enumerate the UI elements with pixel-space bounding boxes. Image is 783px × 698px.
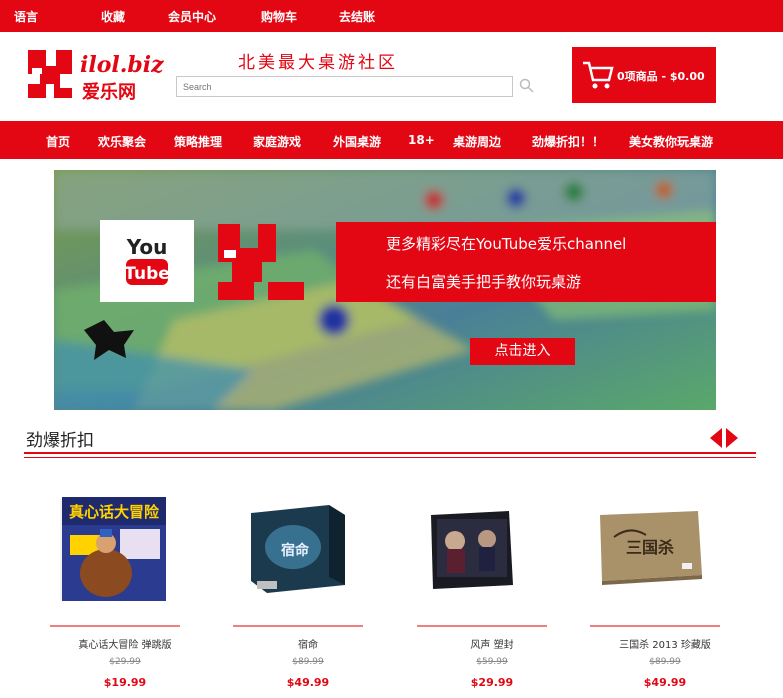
product-old-price: $59.99 (476, 657, 508, 667)
product-card[interactable]: 三国杀 三国杀 2013 珍藏版 $89.99 $49.99 (590, 485, 740, 695)
logo-text-bottom: 爱乐网 (82, 82, 136, 103)
search-button[interactable] (518, 77, 536, 95)
nav-item-party[interactable]: 欢乐聚会 (98, 133, 146, 150)
nav-item-tutorial[interactable]: 美女教你玩桌游 (629, 133, 713, 150)
product-old-price: $89.99 (292, 657, 324, 667)
product-old-price: $89.99 (649, 657, 681, 667)
product-name[interactable]: 三国杀 2013 珍藏版 (590, 636, 740, 651)
product-price: $49.99 (286, 676, 330, 689)
youtube-logo-top: You (126, 235, 168, 259)
banner-line-1: 更多精彩尽在YouTube爱乐channel (386, 235, 627, 253)
cart-summary-text: 0项商品 - $0.00 (617, 70, 705, 83)
shopping-cart-link[interactable]: 购物车 (261, 8, 297, 25)
top-utility-bar: 语言 收藏 会员中心 购物车 去结账 (0, 0, 783, 32)
product-price: $29.99 (470, 676, 514, 689)
nav-item-accessories[interactable]: 桌游周边 (453, 133, 501, 150)
product-price: $19.99 (103, 676, 147, 689)
product-image[interactable]: 真心话大冒险 (50, 485, 200, 610)
cart-summary-button[interactable]: 0项商品 - $0.00 (572, 47, 716, 103)
product-old-price: $29.99 (109, 657, 141, 667)
member-center-link[interactable]: 会员中心 (168, 8, 216, 25)
product-card[interactable]: 宿命 宿命 $89.99 $49.99 (233, 485, 383, 695)
promo-banner[interactable]: You Tube 更多精彩尽在YouTube爱乐channel 还有白富美手把手… (54, 170, 716, 410)
nav-item-deals[interactable]: 劲爆折扣！！ (532, 133, 604, 150)
nav-item-home[interactable]: 首页 (46, 133, 70, 150)
youtube-logo-bottom: Tube (124, 264, 170, 284)
carousel-arrows (710, 428, 740, 448)
logo-mark-icon: ilol.biz 爱乐网 (28, 50, 164, 103)
product-card[interactable]: 真心话大冒险 真心话大冒险 弹跳版 $29.99 $19.99 (50, 485, 200, 695)
product-box-text: 宿命 (281, 542, 310, 559)
nav-item-adult[interactable]: 18+ (408, 133, 435, 147)
language-link[interactable]: 语言 (14, 8, 38, 25)
product-name[interactable]: 宿命 (233, 636, 383, 651)
main-nav: 首页 欢乐聚会 策略推理 家庭游戏 外国桌游 18+ 桌游周边 劲爆折扣！！ 美… (0, 121, 783, 159)
product-image[interactable]: 三国杀 (590, 485, 740, 610)
site-logo[interactable]: ilol.biz 爱乐网 (24, 44, 164, 104)
search-input[interactable] (176, 76, 513, 97)
site-slogan: 北美最大桌游社区 (238, 53, 398, 73)
product-box-text: 真心话大冒险 (69, 503, 160, 521)
section-title: 劲爆折扣 (26, 431, 94, 451)
favorites-link[interactable]: 收藏 (101, 8, 125, 25)
banner-background: You Tube (54, 170, 716, 410)
checkout-link[interactable]: 去结账 (339, 8, 375, 25)
logo-text-top: ilol.biz (80, 52, 164, 78)
product-name[interactable]: 风声 塑封 (417, 636, 567, 651)
section-divider-thin (24, 457, 756, 458)
banner-line-2: 还有白富美手把手教你玩桌游 (386, 273, 582, 291)
product-image[interactable] (417, 485, 567, 610)
cart-icon (583, 61, 614, 89)
section-divider (24, 452, 756, 454)
search-icon (519, 78, 534, 93)
arrow-right-icon[interactable] (726, 428, 738, 448)
product-price: $49.99 (643, 676, 687, 689)
product-card[interactable]: 风声 塑封 $59.99 $29.99 (417, 485, 567, 695)
banner-enter-button[interactable]: 点击进入 (470, 338, 575, 365)
product-box-text: 三国杀 (626, 538, 674, 557)
nav-item-family[interactable]: 家庭游戏 (253, 133, 301, 150)
product-image[interactable]: 宿命 (233, 485, 383, 610)
nav-item-foreign[interactable]: 外国桌游 (333, 133, 381, 150)
nav-item-strategy[interactable]: 策略推理 (174, 133, 222, 150)
arrow-left-icon[interactable] (710, 428, 722, 448)
product-name[interactable]: 真心话大冒险 弹跳版 (50, 636, 200, 651)
